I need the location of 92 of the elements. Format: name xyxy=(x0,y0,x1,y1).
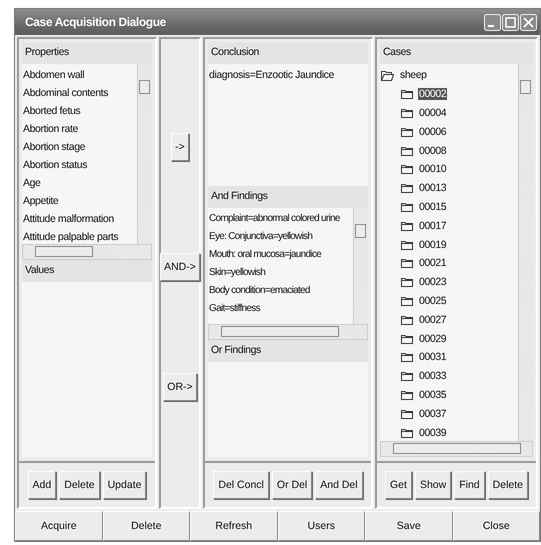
folder-icon xyxy=(401,352,413,362)
dialog-button[interactable]: Save xyxy=(365,511,452,541)
tree-item[interactable]: 00010 xyxy=(418,163,448,176)
tree-item[interactable]: 00027 xyxy=(418,314,448,326)
panel-button[interactable]: Delete xyxy=(488,471,528,499)
close-icon[interactable] xyxy=(520,14,537,30)
vertical-scrollbar[interactable] xyxy=(353,208,368,324)
panel-heading: Or Findings xyxy=(208,340,368,362)
panel-heading: Conclusion xyxy=(208,42,368,64)
horizontal-scrollbar[interactable] xyxy=(208,324,368,340)
folder-icon xyxy=(401,183,413,194)
tree-item[interactable]: 00033 xyxy=(418,370,448,382)
finding-item[interactable]: Complaint=abnormal colored urine xyxy=(209,210,352,228)
folder-icon xyxy=(401,277,413,288)
vertical-scrollbar[interactable] xyxy=(518,64,533,441)
tree-item[interactable]: 00015 xyxy=(418,200,448,213)
panel-button[interactable]: Find xyxy=(454,471,485,499)
folder-icon xyxy=(401,164,413,174)
tree-item[interactable]: sheep xyxy=(399,69,428,82)
panel-heading: Cases xyxy=(380,42,533,64)
panel-button[interactable]: Update xyxy=(102,471,146,499)
tree-item[interactable]: 00019 xyxy=(418,238,448,251)
tree-item[interactable]: 00006 xyxy=(418,126,448,138)
panel-button[interactable]: Del Concl xyxy=(213,471,269,499)
folder-icon xyxy=(401,240,413,250)
panel-button[interactable]: Add xyxy=(28,471,56,499)
panel-button[interactable]: Get xyxy=(385,471,412,499)
folder-icon xyxy=(401,89,413,100)
panel-heading: And Findings xyxy=(208,186,368,208)
folder-icon xyxy=(401,428,413,438)
window-title: Case Acquisition Dialogue xyxy=(25,15,166,29)
panel-button[interactable]: Show xyxy=(414,471,452,499)
folder-icon xyxy=(401,258,413,268)
vertical-scrollbar[interactable] xyxy=(137,64,152,244)
finding-item[interactable]: Mouth: oral mucosa=jaundice xyxy=(209,246,352,264)
folder-icon xyxy=(401,371,413,382)
panel-heading: Values xyxy=(22,260,152,282)
conclusion-item[interactable]: diagnosis=Enzootic Jaundice xyxy=(209,66,367,84)
tree-item[interactable]: 00037 xyxy=(418,408,448,420)
property-item[interactable]: Abortion stage xyxy=(23,138,136,156)
property-item[interactable]: Appetite xyxy=(23,192,136,210)
tree-item[interactable]: 00021 xyxy=(418,257,448,270)
panel-button[interactable]: Delete xyxy=(59,471,100,499)
transfer-button[interactable]: OR-> xyxy=(163,373,197,401)
transfer-button[interactable]: AND-> xyxy=(160,253,200,281)
folder-icon xyxy=(401,146,413,156)
tree-item[interactable]: 00002 xyxy=(418,88,448,100)
transfer-button[interactable]: -> xyxy=(171,133,189,161)
tree-item[interactable]: 00035 xyxy=(418,388,448,401)
property-item[interactable]: Abdominal contents xyxy=(23,84,136,102)
finding-item[interactable]: Skin=yellowish xyxy=(209,264,352,282)
folder-icon xyxy=(401,202,413,212)
dialog-button[interactable]: Acquire xyxy=(15,511,102,541)
folder-icon xyxy=(401,334,413,344)
folder-icon xyxy=(401,408,413,419)
maximize-icon[interactable] xyxy=(502,14,519,30)
folder-icon xyxy=(401,220,413,231)
horizontal-scrollbar[interactable] xyxy=(22,244,152,260)
finding-item[interactable]: Eye: Conjunctiva=yellowish xyxy=(209,228,352,246)
horizontal-scrollbar[interactable] xyxy=(380,441,533,457)
conclusion-list[interactable]: diagnosis=Enzootic Jaundice xyxy=(208,64,368,186)
folder-icon xyxy=(401,126,413,137)
folder-icon xyxy=(401,296,413,306)
tree-item[interactable]: 00025 xyxy=(418,294,448,307)
tree-item[interactable]: 00004 xyxy=(418,106,448,119)
tree-item[interactable]: 00029 xyxy=(418,332,448,345)
dialog-button[interactable]: Close xyxy=(452,511,540,541)
finding-item[interactable]: Body condition=emaciated xyxy=(209,282,352,300)
property-item[interactable]: Abortion rate xyxy=(23,120,136,138)
property-item[interactable]: Attitude malformation xyxy=(23,210,136,228)
tree-item[interactable]: 00023 xyxy=(418,276,448,288)
tree-item[interactable]: 00031 xyxy=(418,351,448,364)
property-item[interactable]: Abdomen wall xyxy=(23,66,136,84)
dialog-button[interactable]: Delete xyxy=(102,511,190,541)
minimize-icon[interactable] xyxy=(484,14,501,30)
dialog-button[interactable]: Users xyxy=(278,511,365,541)
tree-item[interactable]: 00039 xyxy=(418,426,448,439)
panel-heading: Properties xyxy=(22,42,152,64)
tree-item[interactable]: 00008 xyxy=(418,144,448,157)
property-item[interactable]: Attitude palpable parts xyxy=(23,228,136,244)
panel-button[interactable]: And Del xyxy=(315,471,363,499)
folder-icon xyxy=(401,314,413,325)
folder-icon xyxy=(401,390,413,400)
dialog-button[interactable]: Refresh xyxy=(190,511,278,541)
property-item[interactable]: Aborted fetus xyxy=(23,102,136,120)
folder-icon xyxy=(401,108,413,118)
property-item[interactable]: Age xyxy=(23,174,136,192)
tree-item[interactable]: 00017 xyxy=(418,220,448,232)
panel-button[interactable]: Or Del xyxy=(272,471,312,499)
finding-item[interactable]: Gait=stiffness xyxy=(209,300,352,318)
tree-item[interactable]: 00013 xyxy=(418,182,448,194)
property-item[interactable]: Abortion status xyxy=(23,156,136,174)
